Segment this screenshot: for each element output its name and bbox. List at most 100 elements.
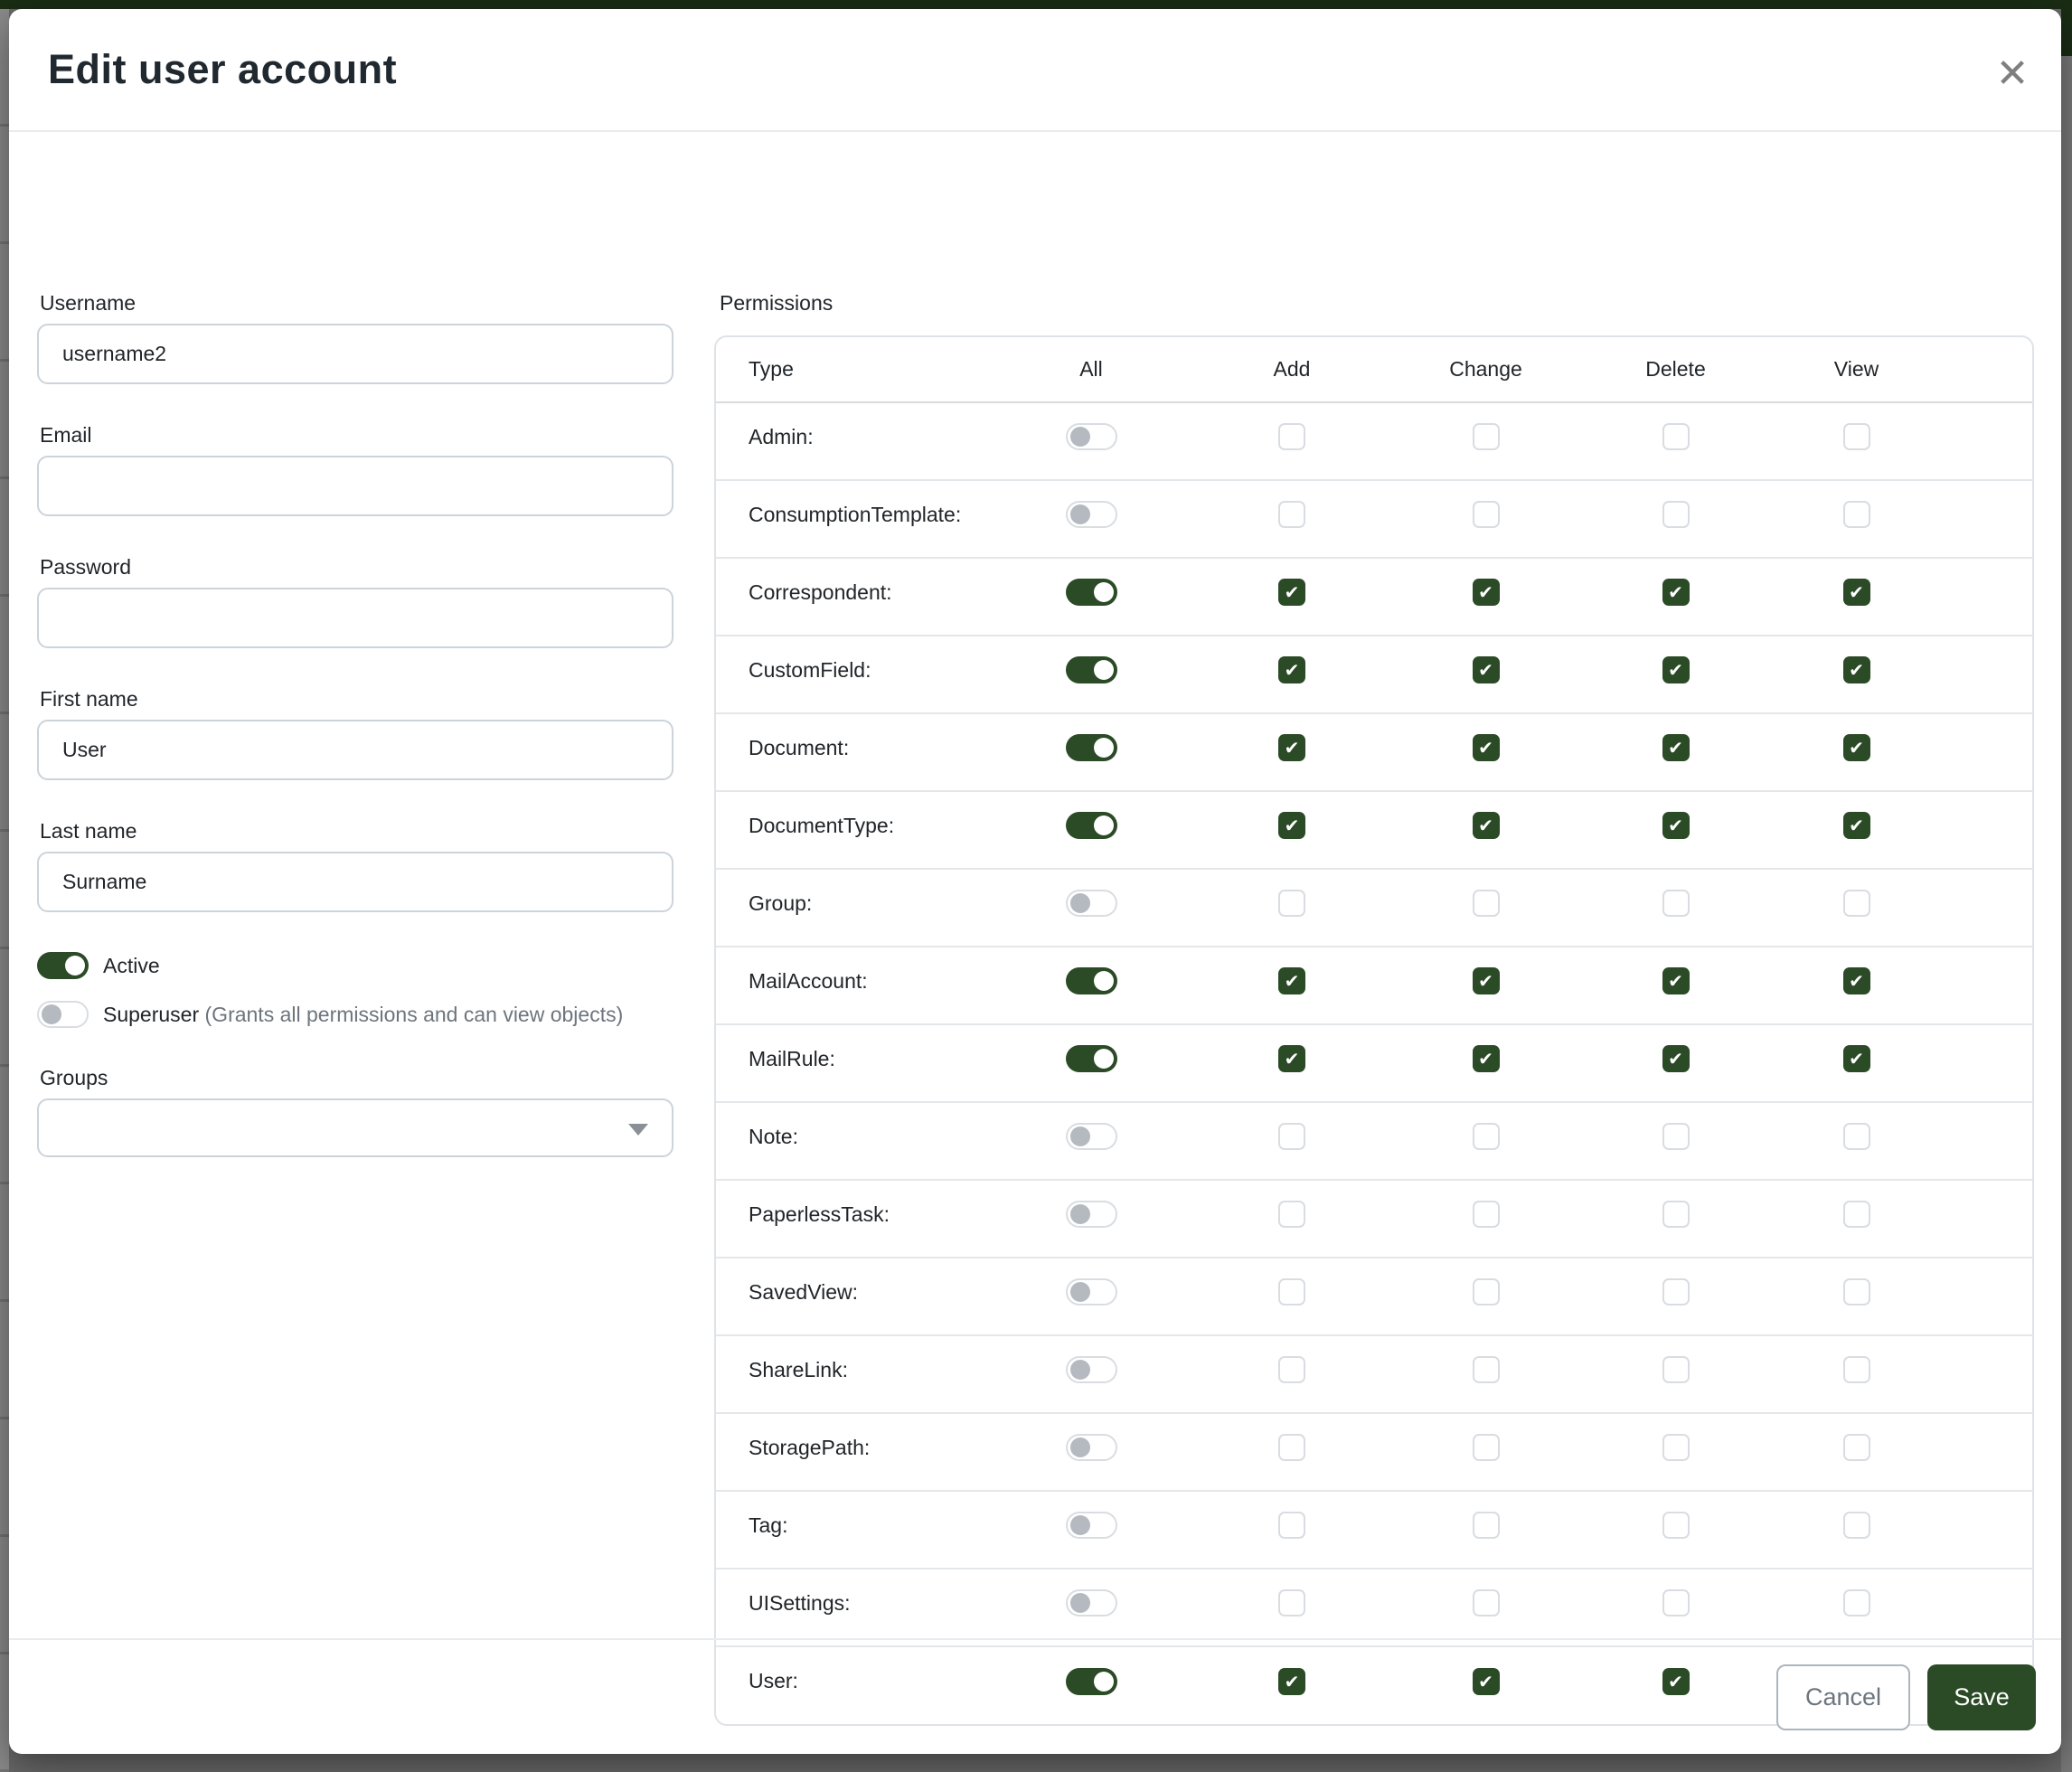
permission-add-checkbox[interactable]: ✔ [1278, 579, 1305, 606]
permission-all-toggle[interactable] [1066, 579, 1117, 606]
permission-add-checkbox[interactable]: ✔ [1278, 967, 1305, 994]
permission-view-checkbox[interactable]: ✔ [1843, 656, 1870, 683]
permission-all-toggle[interactable] [1066, 1045, 1117, 1072]
permission-add-checkbox[interactable] [1278, 1434, 1305, 1461]
permission-view-checkbox[interactable]: ✔ [1843, 579, 1870, 606]
toggle-knob [1070, 1360, 1090, 1380]
permission-all-toggle[interactable] [1066, 890, 1117, 917]
permission-all-toggle[interactable] [1066, 1512, 1117, 1539]
row-spacer [1945, 636, 2032, 713]
permission-delete-checkbox[interactable] [1662, 1123, 1690, 1150]
permission-change-checkbox[interactable] [1473, 1278, 1500, 1305]
permission-delete-checkbox[interactable] [1662, 501, 1690, 528]
password-field[interactable] [37, 588, 673, 648]
permission-change-checkbox[interactable]: ✔ [1473, 579, 1500, 606]
permission-view-checkbox[interactable] [1843, 890, 1870, 917]
permission-change-checkbox[interactable] [1473, 1201, 1500, 1228]
permission-change-checkbox[interactable] [1473, 1123, 1500, 1150]
permission-view-checkbox[interactable]: ✔ [1843, 734, 1870, 761]
permission-all-toggle[interactable] [1066, 734, 1117, 761]
permission-add-checkbox[interactable] [1278, 1512, 1305, 1539]
permission-delete-checkbox[interactable]: ✔ [1662, 1045, 1690, 1072]
permission-delete-checkbox[interactable]: ✔ [1662, 967, 1690, 994]
permission-delete-checkbox[interactable] [1662, 1201, 1690, 1228]
first-name-field[interactable] [37, 720, 673, 780]
permission-add-checkbox[interactable] [1278, 423, 1305, 450]
permission-all-toggle[interactable] [1066, 656, 1117, 683]
permission-view-checkbox[interactable] [1843, 1201, 1870, 1228]
permission-view-checkbox[interactable] [1843, 1356, 1870, 1383]
permission-delete-checkbox[interactable]: ✔ [1662, 812, 1690, 839]
permission-change-checkbox[interactable] [1473, 1512, 1500, 1539]
permission-delete-checkbox[interactable] [1662, 1356, 1690, 1383]
permission-view-checkbox[interactable] [1843, 1434, 1870, 1461]
permission-all-toggle[interactable] [1066, 1123, 1117, 1150]
toggle-knob [1094, 815, 1114, 835]
permission-delete-checkbox[interactable] [1662, 423, 1690, 450]
permission-view-checkbox[interactable] [1843, 1123, 1870, 1150]
permission-change-checkbox[interactable] [1473, 1589, 1500, 1616]
permission-change-checkbox[interactable]: ✔ [1473, 734, 1500, 761]
permission-all-toggle[interactable] [1066, 1356, 1117, 1383]
username-input[interactable] [37, 324, 673, 384]
permission-add-checkbox[interactable] [1278, 1201, 1305, 1228]
permission-add-checkbox[interactable]: ✔ [1278, 1045, 1305, 1072]
permission-delete-checkbox[interactable] [1662, 1512, 1690, 1539]
permission-add-checkbox[interactable] [1278, 501, 1305, 528]
permission-all-toggle[interactable] [1066, 1201, 1117, 1228]
permission-add-checkbox[interactable] [1278, 1589, 1305, 1616]
permission-delete-checkbox[interactable]: ✔ [1662, 734, 1690, 761]
groups-select[interactable] [37, 1098, 673, 1157]
permission-view-checkbox[interactable]: ✔ [1843, 812, 1870, 839]
permission-delete-checkbox[interactable] [1662, 890, 1690, 917]
permission-view-checkbox[interactable] [1843, 501, 1870, 528]
permission-change-checkbox[interactable] [1473, 1356, 1500, 1383]
close-icon[interactable]: ✕ [1987, 49, 2038, 99]
permission-add-checkbox[interactable]: ✔ [1278, 812, 1305, 839]
permission-all-toggle[interactable] [1066, 1589, 1117, 1616]
permission-all-toggle[interactable] [1066, 501, 1117, 528]
permission-delete-checkbox[interactable] [1662, 1434, 1690, 1461]
active-toggle[interactable] [37, 952, 89, 979]
permission-view-checkbox[interactable]: ✔ [1843, 967, 1870, 994]
permission-change-checkbox[interactable]: ✔ [1473, 1045, 1500, 1072]
permission-all-toggle[interactable] [1066, 1434, 1117, 1461]
permission-all-toggle[interactable] [1066, 423, 1117, 450]
permission-all-toggle[interactable] [1066, 812, 1117, 839]
permission-change-checkbox[interactable]: ✔ [1473, 812, 1500, 839]
permission-all-toggle[interactable] [1066, 967, 1117, 994]
permission-add-checkbox[interactable]: ✔ [1278, 656, 1305, 683]
email-field[interactable] [37, 456, 673, 516]
permission-all-toggle[interactable] [1066, 1278, 1117, 1305]
permission-add-checkbox[interactable] [1278, 890, 1305, 917]
permission-delete-checkbox[interactable]: ✔ [1662, 656, 1690, 683]
permission-view-checkbox[interactable] [1843, 1278, 1870, 1305]
permission-view-checkbox[interactable] [1843, 1589, 1870, 1616]
cancel-button[interactable]: Cancel [1776, 1664, 1910, 1730]
app-header-bar-right [2061, 0, 2072, 56]
permission-view-checkbox[interactable] [1843, 423, 1870, 450]
permission-add-checkbox[interactable] [1278, 1356, 1305, 1383]
row-spacer [1945, 558, 2032, 636]
permission-change-checkbox[interactable] [1473, 1434, 1500, 1461]
permission-delete-checkbox[interactable] [1662, 1278, 1690, 1305]
permission-delete-checkbox[interactable]: ✔ [1662, 579, 1690, 606]
permission-change-checkbox[interactable]: ✔ [1473, 656, 1500, 683]
toggle-knob [1070, 1204, 1090, 1224]
permission-change-checkbox[interactable] [1473, 423, 1500, 450]
save-button[interactable]: Save [1927, 1664, 2036, 1730]
permission-view-checkbox[interactable] [1843, 1512, 1870, 1539]
permission-add-checkbox[interactable] [1278, 1123, 1305, 1150]
permission-view-checkbox[interactable]: ✔ [1843, 1045, 1870, 1072]
permission-row: ConsumptionTemplate: [716, 480, 2032, 558]
active-row: Active [37, 951, 673, 981]
last-name-field[interactable] [37, 852, 673, 912]
permission-change-checkbox[interactable] [1473, 890, 1500, 917]
toggle-knob [1094, 971, 1114, 991]
permission-delete-checkbox[interactable] [1662, 1589, 1690, 1616]
permission-add-checkbox[interactable] [1278, 1278, 1305, 1305]
permission-change-checkbox[interactable] [1473, 501, 1500, 528]
superuser-toggle[interactable] [37, 1001, 89, 1028]
permission-add-checkbox[interactable]: ✔ [1278, 734, 1305, 761]
permission-change-checkbox[interactable]: ✔ [1473, 967, 1500, 994]
